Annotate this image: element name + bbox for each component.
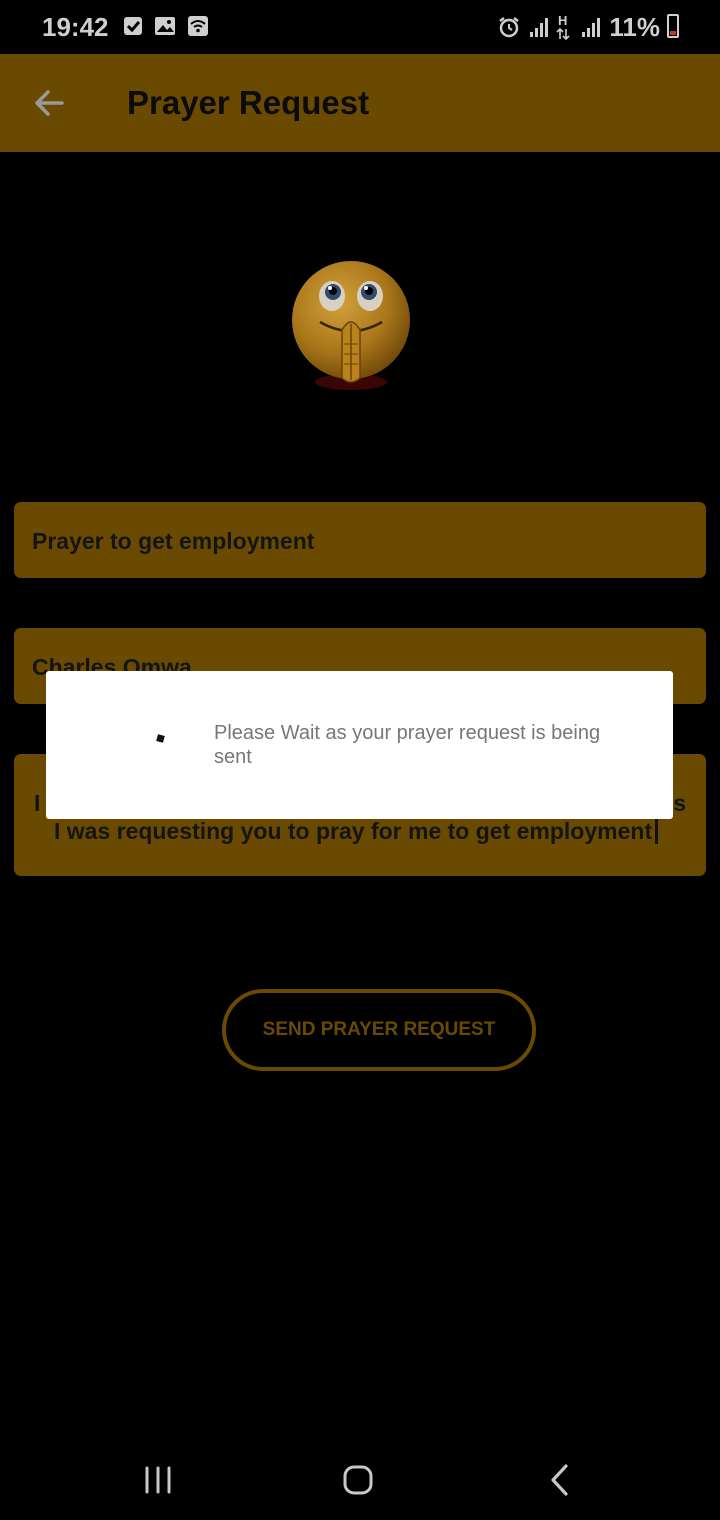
- send-prayer-request-button[interactable]: SEND PRAYER REQUEST: [222, 989, 536, 1071]
- message-line-2: I was requesting you to pray for me to g…: [54, 816, 659, 845]
- loading-spinner-icon: [156, 734, 165, 743]
- status-time: 19:42: [42, 12, 109, 42]
- recent-apps-icon[interactable]: [138, 1460, 178, 1500]
- subject-field-value: Prayer to get employment: [32, 528, 315, 554]
- app-bar: Prayer Request: [0, 54, 720, 152]
- arrow-left-icon[interactable]: [26, 82, 72, 124]
- system-nav-bar: [0, 1436, 720, 1520]
- signal-icon-2: [582, 18, 600, 37]
- alarm-icon: [499, 17, 519, 38]
- data-arrows-icon: [556, 28, 570, 40]
- battery-percent: 11%: [609, 12, 660, 42]
- message-line-2-text: I was requesting you to pray for me to g…: [54, 818, 653, 844]
- text-caret: [655, 816, 659, 844]
- subject-field[interactable]: Prayer to get employment: [14, 502, 706, 578]
- home-icon[interactable]: [338, 1460, 378, 1500]
- wifi-notification-icon: [188, 16, 208, 36]
- progress-dialog: Please Wait as your prayer request is be…: [46, 671, 673, 819]
- praying-emoji-icon: [292, 261, 410, 390]
- checkbox-notification-icon: [124, 17, 142, 35]
- page-title: Prayer Request: [127, 84, 370, 121]
- back-nav-icon[interactable]: [540, 1460, 580, 1500]
- message-line-1-start: I: [34, 790, 41, 816]
- status-bar: 19:42 H 11%: [0, 0, 720, 54]
- message-line-1-end: s: [673, 790, 686, 816]
- progress-dialog-message: Please Wait as your prayer request is be…: [214, 722, 601, 768]
- image-notification-icon: [155, 17, 175, 35]
- network-type-label: H: [558, 13, 568, 28]
- battery-icon: [667, 14, 679, 38]
- signal-icon: [530, 18, 548, 37]
